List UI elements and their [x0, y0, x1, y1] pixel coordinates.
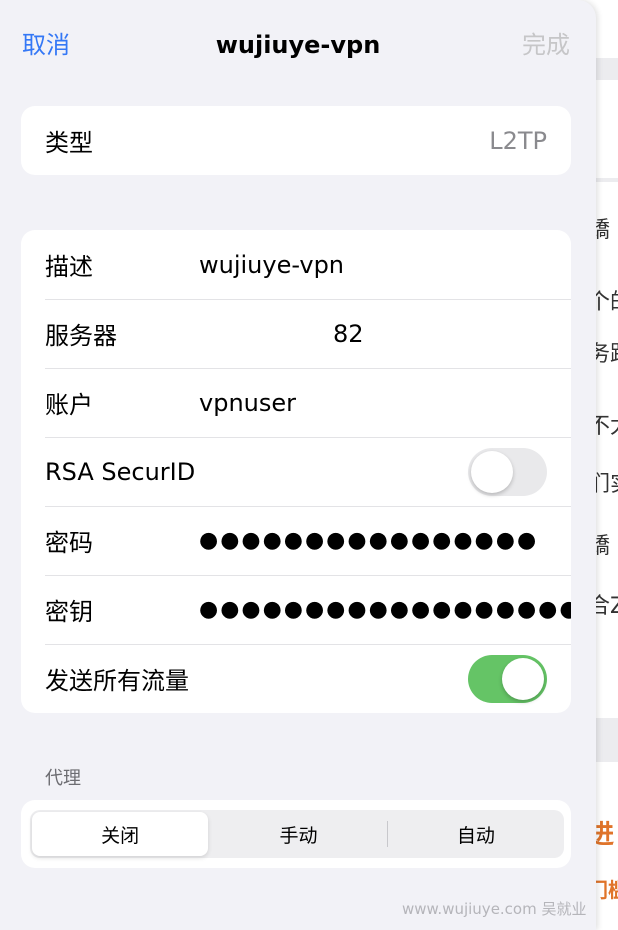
- toggle-knob: [502, 657, 544, 700]
- server-field[interactable]: 82: [333, 320, 364, 348]
- toggle-knob: [471, 450, 513, 493]
- rsa-toggle[interactable]: [468, 447, 547, 496]
- proxy-section-header: 代理: [45, 768, 81, 789]
- send-all-row: 发送所有流量: [21, 644, 571, 713]
- proxy-segmented-control: 关闭 手动 自动: [30, 810, 564, 858]
- send-all-traffic-toggle[interactable]: [468, 654, 547, 703]
- cancel-button[interactable]: 取消: [22, 28, 70, 62]
- proxy-option-off[interactable]: 关闭: [32, 812, 209, 856]
- description-field[interactable]: wujiuye-vpn: [199, 251, 344, 279]
- password-field[interactable]: ●●●●●●●●●●●●●●●●: [199, 528, 538, 553]
- secret-row: 密钥 ●●●●●●●●●●●●●●●●●●●●: [21, 575, 571, 644]
- done-button[interactable]: 完成: [522, 28, 570, 62]
- rsa-row: RSA SecurID: [21, 437, 571, 506]
- type-group: 类型 L2TP: [21, 106, 571, 175]
- type-row[interactable]: 类型 L2TP: [21, 106, 571, 175]
- account-row: 账户 vpnuser: [21, 368, 571, 437]
- proxy-option-auto[interactable]: 自动: [388, 810, 564, 858]
- watermark: www.wujiuye.com 吴就业: [402, 900, 587, 918]
- type-value: L2TP: [489, 126, 547, 155]
- account-label: 账户: [45, 391, 93, 419]
- proxy-option-manual[interactable]: 手动: [210, 810, 386, 858]
- secret-field[interactable]: ●●●●●●●●●●●●●●●●●●●●: [199, 597, 571, 622]
- password-label: 密码: [45, 529, 93, 557]
- password-row: 密码 ●●●●●●●●●●●●●●●●: [21, 506, 571, 575]
- server-row: 服务器 82: [21, 299, 571, 368]
- send-all-label: 发送所有流量: [45, 667, 189, 695]
- description-row: 描述 wujiuye-vpn: [21, 230, 571, 299]
- config-group: 描述 wujiuye-vpn 服务器 82 账户 vpnuser RSA Sec…: [21, 230, 571, 713]
- account-field[interactable]: vpnuser: [199, 389, 296, 417]
- type-label: 类型: [45, 129, 93, 157]
- description-label: 描述: [45, 253, 93, 281]
- rsa-label: RSA SecurID: [45, 457, 196, 486]
- server-label: 服务器: [45, 322, 117, 350]
- page-title: wujiuye-vpn: [215, 31, 381, 59]
- secret-label: 密钥: [45, 598, 93, 626]
- vpn-config-sheet: wujiuye-vpn 取消 完成 类型 L2TP 描述 wujiuye-vpn…: [0, 0, 596, 930]
